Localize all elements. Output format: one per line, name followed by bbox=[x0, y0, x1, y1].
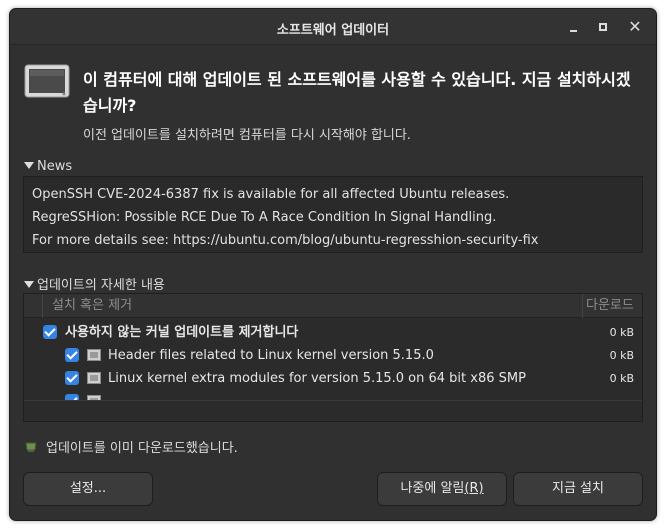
news-line: For more details see: https://ubuntu.com… bbox=[32, 233, 539, 248]
minimize-button[interactable] bbox=[562, 16, 584, 38]
checkbox[interactable] bbox=[65, 348, 79, 362]
row-size: 0 kB bbox=[609, 349, 634, 362]
tree-row-kernel-removal[interactable]: 사용하지 않는 커널 업데이트를 제거합니다 0 kB bbox=[24, 321, 642, 344]
details-expander-label: 업데이트의 자세한 내용 bbox=[37, 278, 165, 293]
checkbox[interactable] bbox=[65, 371, 79, 385]
close-icon: ✕ bbox=[628, 17, 642, 36]
tree-row[interactable]: Header files related to Linux kernel ver… bbox=[24, 344, 642, 367]
expander-down-icon bbox=[24, 162, 34, 169]
row-label: Header files related to Linux kernel ver… bbox=[108, 348, 434, 363]
row-label: Linux kernel extra modules for version 5… bbox=[108, 371, 526, 386]
package-download-icon bbox=[24, 441, 38, 453]
checkbox[interactable] bbox=[43, 325, 57, 339]
restart-notice: 이전 업데이트를 설치하려면 컴퓨터를 다시 시작해야 합니다. bbox=[83, 128, 411, 143]
status-message: 업데이트를 이미 다운로드했습니다. bbox=[24, 437, 238, 456]
row-label: 사용하지 않는 커널 업데이트를 제거합니다 bbox=[65, 325, 299, 340]
close-button[interactable]: ✕ bbox=[624, 16, 646, 38]
details-expander[interactable]: 업데이트의 자세한 내용 bbox=[24, 274, 165, 293]
tree-row[interactable]: Linux kernel extra modules for version 5… bbox=[24, 367, 642, 390]
horizontal-scrollbar[interactable] bbox=[24, 400, 642, 421]
settings-button-label: 설정... bbox=[69, 481, 107, 496]
install-now-label: 지금 설치 bbox=[552, 481, 604, 496]
expander-down-icon bbox=[24, 281, 34, 288]
remind-later-label: 나중에 알림 bbox=[400, 481, 465, 496]
row-size: 0 kB bbox=[609, 372, 634, 385]
row-size: 0 kB bbox=[609, 326, 634, 339]
status-text: 업데이트를 이미 다운로드했습니다. bbox=[46, 441, 238, 456]
news-line: OpenSSH CVE-2024-6387 fix is available f… bbox=[32, 187, 510, 202]
updates-tree[interactable]: 설치 혹은 제거 다운로드 사용하지 않는 커널 업데이트를 제거합니다 0 k… bbox=[23, 293, 643, 422]
install-now-button[interactable]: 지금 설치 bbox=[513, 472, 643, 506]
news-expander[interactable]: News bbox=[24, 159, 72, 174]
window-title: 소프트웨어 업데이터 bbox=[276, 23, 390, 38]
page-heading: 이 컴퓨터에 대해 업데이트 된 소프트웨어를 사용할 수 있습니다. 지금 설… bbox=[83, 70, 631, 115]
tree-row-partial[interactable] bbox=[24, 390, 642, 400]
remind-later-mnemonic: (R) bbox=[464, 481, 484, 496]
software-updater-window: 소프트웨어 업데이터 ✕ 이 컴퓨터에 대해 업데이트 된 소프트웨어를 사용할… bbox=[9, 8, 657, 521]
package-icon bbox=[87, 372, 101, 384]
column-download[interactable]: 다운로드 bbox=[582, 294, 642, 318]
computer-icon bbox=[24, 64, 72, 100]
column-install-remove[interactable]: 설치 혹은 제거 bbox=[42, 294, 582, 318]
news-text-area[interactable]: OpenSSH CVE-2024-6387 fix is available f… bbox=[23, 176, 643, 253]
settings-button[interactable]: 설정... bbox=[23, 472, 153, 506]
maximize-button[interactable] bbox=[592, 16, 614, 38]
remind-later-button[interactable]: 나중에 알림(R) bbox=[377, 472, 507, 506]
tree-header: 설치 혹은 제거 다운로드 bbox=[24, 294, 642, 318]
title-bar[interactable]: 소프트웨어 업데이터 ✕ bbox=[10, 9, 656, 45]
minimize-icon bbox=[570, 30, 577, 32]
maximize-icon bbox=[599, 23, 607, 31]
package-icon bbox=[87, 349, 101, 361]
news-line: RegreSSHion: Possible RCE Due To A Race … bbox=[32, 210, 497, 225]
news-expander-label: News bbox=[37, 159, 73, 174]
